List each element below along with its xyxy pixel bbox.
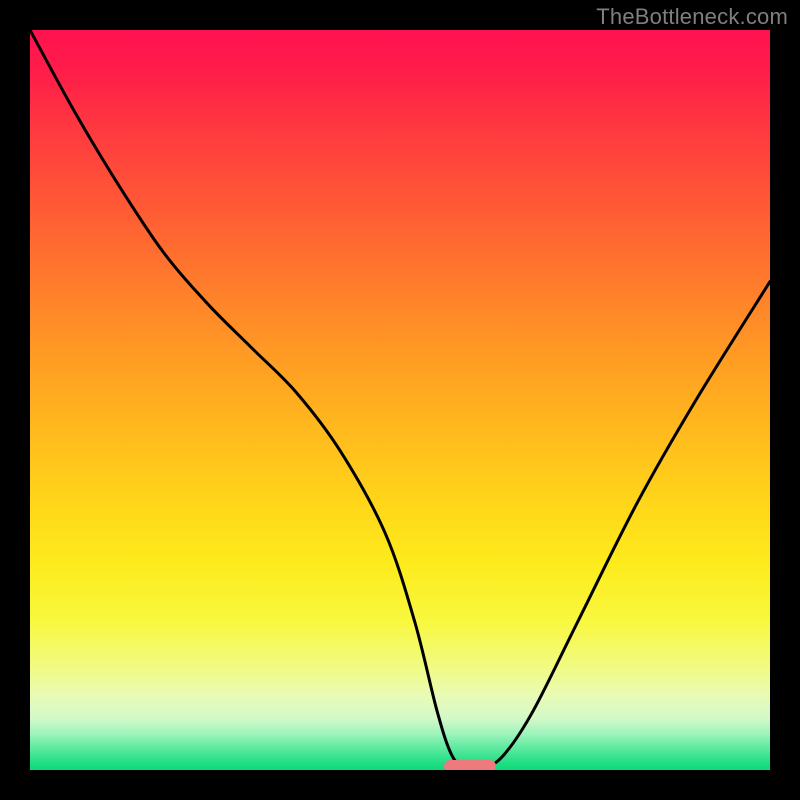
optimal-range-marker <box>444 760 496 770</box>
bottleneck-curve <box>30 30 770 770</box>
plot-area <box>30 30 770 770</box>
attribution-label: TheBottleneck.com <box>596 4 788 30</box>
chart-frame: TheBottleneck.com <box>0 0 800 800</box>
